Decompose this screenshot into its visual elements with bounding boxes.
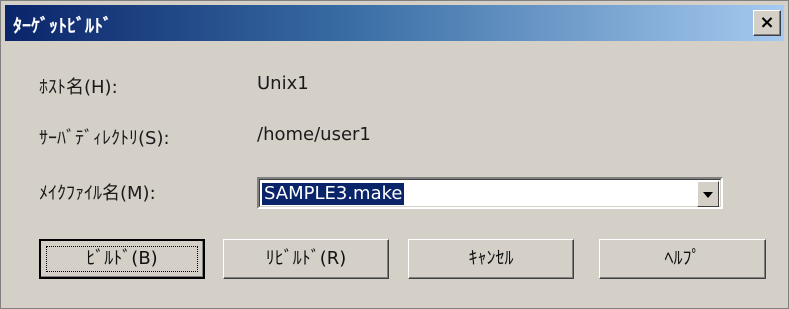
rebuild-button[interactable]: ﾘﾋﾞﾙﾄﾞ(R) [223,239,389,279]
build-button-label: ﾋﾞﾙﾄﾞ(B) [86,248,158,269]
cancel-button[interactable]: ｷｬﾝｾﾙ [408,239,574,279]
close-button[interactable]: × [753,10,781,36]
help-button-label: ﾍﾙﾌﾟ [664,248,701,269]
chevron-down-icon[interactable] [697,181,719,207]
makefile-combobox-field[interactable]: SAMPLE3.make [259,179,721,207]
server-directory-value: /home/user1 [257,124,371,145]
host-label: ﾎｽﾄ名(H): [39,77,118,98]
window-title: ﾀｰｹﾞｯﾄﾋﾞﾙﾄﾞ [13,16,112,37]
target-build-dialog: ﾀｰｹﾞｯﾄﾋﾞﾙﾄﾞ × ﾎｽﾄ名(H): Unix1 ｻｰﾊﾞﾃﾞｨﾚｸﾄﾘ… [0,0,789,309]
title-bar[interactable]: ﾀｰｹﾞｯﾄﾋﾞﾙﾄﾞ × [5,5,784,41]
close-icon: × [759,12,775,33]
build-button[interactable]: ﾋﾞﾙﾄﾞ(B) [39,239,205,279]
cancel-button-label: ｷｬﾝｾﾙ [468,248,514,269]
rebuild-button-label: ﾘﾋﾞﾙﾄﾞ(R) [265,248,347,269]
makefile-label: ﾒｲｸﾌｧｲﾙ名(M): [39,183,156,204]
makefile-combobox[interactable]: SAMPLE3.make [257,177,723,209]
server-directory-label: ｻｰﾊﾞﾃﾞｨﾚｸﾄﾘ(S): [39,128,170,149]
help-button[interactable]: ﾍﾙﾌﾟ [599,239,766,279]
makefile-selected-value[interactable]: SAMPLE3.make [262,183,405,205]
host-value: Unix1 [257,73,309,94]
